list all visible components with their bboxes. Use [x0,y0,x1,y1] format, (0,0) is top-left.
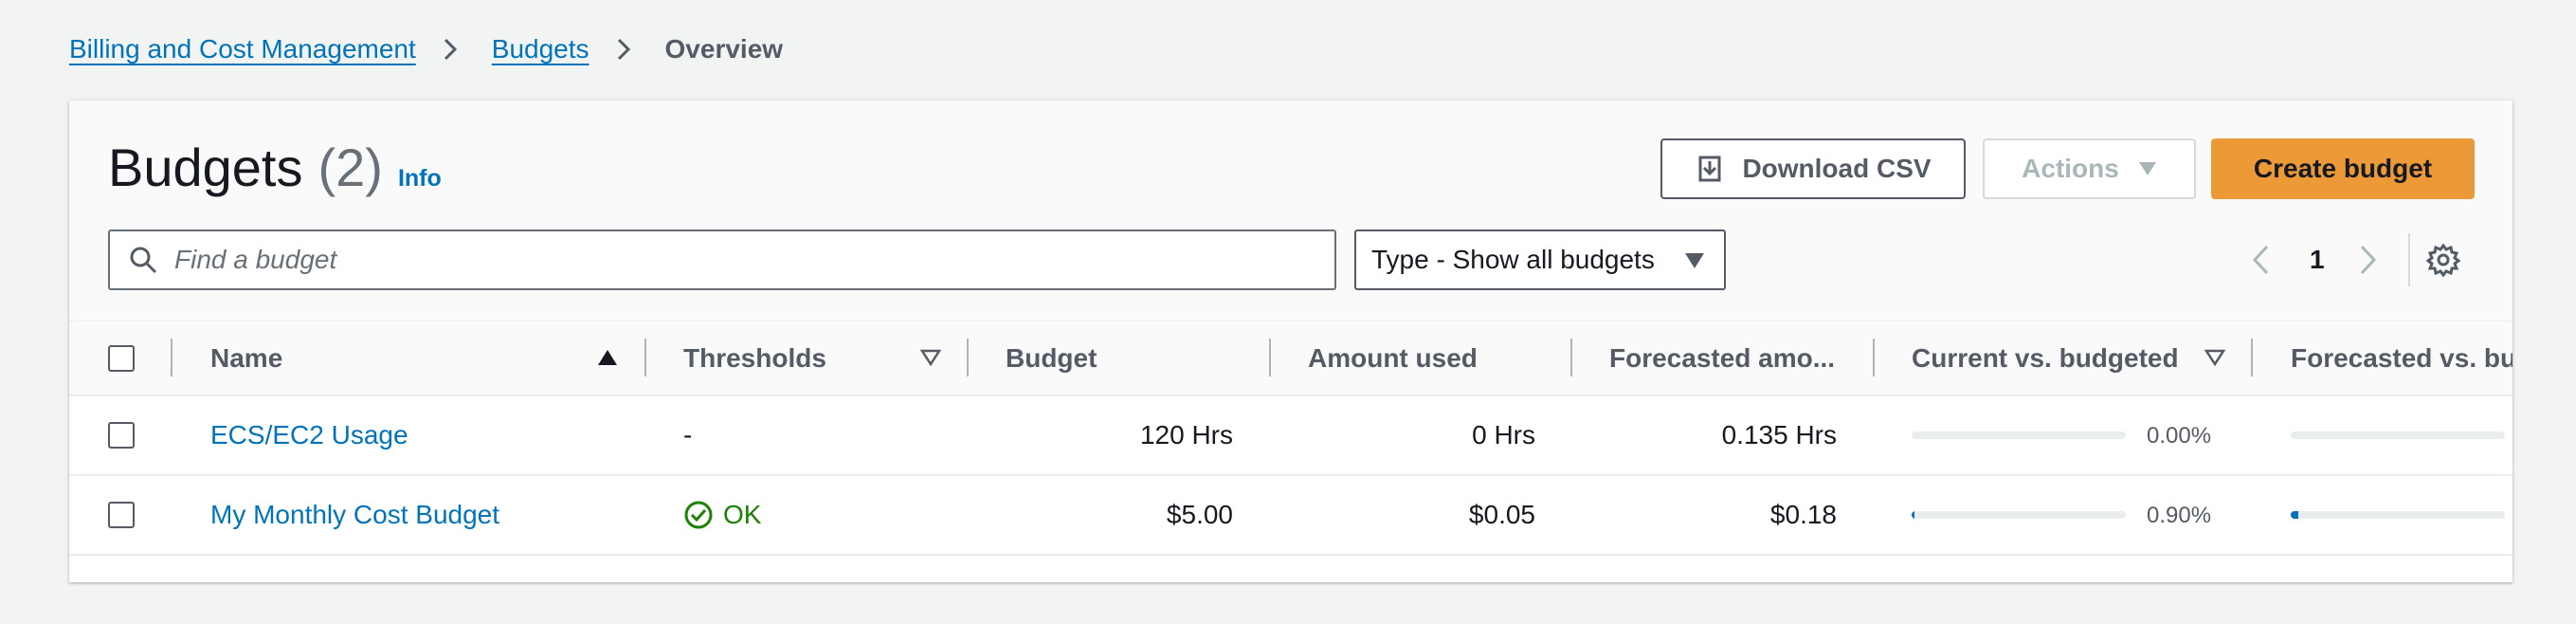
row-checkbox[interactable] [108,502,135,528]
sort-ascending-icon[interactable] [597,348,618,367]
amount-used-value: 0 Hrs [1472,420,1535,450]
check-circle-icon [683,500,714,530]
create-budget-button[interactable]: Create budget [2211,138,2475,199]
amount-used-value: $0.05 [1468,500,1535,529]
forecasted-value: 0.135 Hrs [1721,420,1837,450]
budget-name-link[interactable]: My Monthly Cost Budget [210,476,499,554]
budgets-table-panel: Budgets (2) Info Download CSV Actions Cr… [69,101,2513,582]
column-header-name[interactable]: Name [210,321,282,395]
current-vs-budgeted-percent: 0.00% [2147,423,2212,449]
type-filter-select[interactable]: Type - Show all budgets [1354,229,1726,290]
actions-label: Actions [2022,154,2119,183]
column-divider [171,339,172,376]
breadcrumb-billing-link[interactable]: Billing and Cost Management [69,34,416,64]
page-title: Budgets (2) Info [108,137,442,203]
gear-icon[interactable] [2426,243,2460,277]
sort-icon[interactable] [920,348,941,367]
chevron-right-icon [441,38,460,61]
pager-divider [2408,233,2410,286]
download-icon [1695,154,1725,184]
budget-value: $5.00 [1166,500,1233,529]
column-header-thresholds[interactable]: Thresholds [683,321,826,395]
breadcrumb-current: Overview [664,34,784,64]
budget-name-link[interactable]: ECS/EC2 Usage [210,396,408,474]
table-row: My Monthly Cost Budget OK $5.00 $0.05 $0… [69,476,2513,556]
column-header-current-vs-budgeted[interactable]: Current vs. budgeted [1912,321,2179,395]
current-vs-budgeted-percent: 0.90% [2147,503,2212,528]
budgets-table: Name Thresholds Budget Amount used Forec… [69,321,2513,556]
thresholds-value: - [683,420,693,450]
column-header-budget[interactable]: Budget [1006,321,1097,395]
table-header-row: Name Thresholds Budget Amount used Forec… [69,321,2513,396]
actions-dropdown-button[interactable]: Actions [1983,138,2196,199]
column-divider[interactable] [1269,339,1271,376]
type-filter-label: Type - Show all budgets [1371,245,1655,274]
info-link[interactable]: Info [398,165,442,193]
budget-count: (2) [317,138,383,197]
search-input[interactable] [174,245,1217,275]
search-icon [129,246,157,274]
current-vs-budgeted-bar [1912,431,2126,439]
panel-header: Budgets (2) Info Download CSV Actions Cr… [69,101,2513,321]
caret-down-icon [2138,161,2157,176]
page-title-text: Budgets [108,138,303,197]
download-csv-label: Download CSV [1742,154,1932,183]
chevron-right-icon [614,38,633,61]
budget-value: 120 Hrs [1139,420,1233,450]
select-all-checkbox[interactable] [108,345,135,372]
column-header-forecasted-amount[interactable]: Forecasted amo... [1609,321,1835,395]
current-vs-budgeted-bar [1912,511,2126,519]
column-divider[interactable] [1873,339,1875,376]
breadcrumb-budgets-link[interactable]: Budgets [492,34,590,64]
column-divider[interactable] [644,339,646,376]
current-page-number[interactable]: 1 [2310,243,2325,277]
column-header-forecasted-vs-budgeted[interactable]: Forecasted vs. bud [2291,321,2513,395]
create-budget-label: Create budget [2253,154,2433,183]
forecasted-vs-budgeted-bar [2291,511,2505,519]
progress-fill [2291,511,2299,519]
search-field [108,229,1336,290]
download-csv-button[interactable]: Download CSV [1660,138,1966,199]
row-checkbox[interactable] [108,422,135,449]
progress-fill [1912,511,1914,519]
threshold-status: OK [683,476,761,554]
column-divider[interactable] [2251,339,2253,376]
column-header-amount-used[interactable]: Amount used [1308,321,1478,395]
next-page-icon[interactable] [2357,243,2380,277]
caret-down-icon [1684,252,1705,269]
threshold-status-label: OK [723,500,762,529]
previous-page-icon[interactable] [2249,243,2272,277]
forecasted-value: $0.18 [1769,500,1837,529]
forecasted-vs-budgeted-bar [2291,431,2505,439]
column-divider[interactable] [1570,339,1572,376]
breadcrumb: Billing and Cost Management Budgets Over… [69,30,783,68]
sort-icon[interactable] [2204,348,2225,367]
column-divider[interactable] [967,339,969,376]
table-row: ECS/EC2 Usage - 120 Hrs 0 Hrs 0.135 Hrs … [69,396,2513,476]
